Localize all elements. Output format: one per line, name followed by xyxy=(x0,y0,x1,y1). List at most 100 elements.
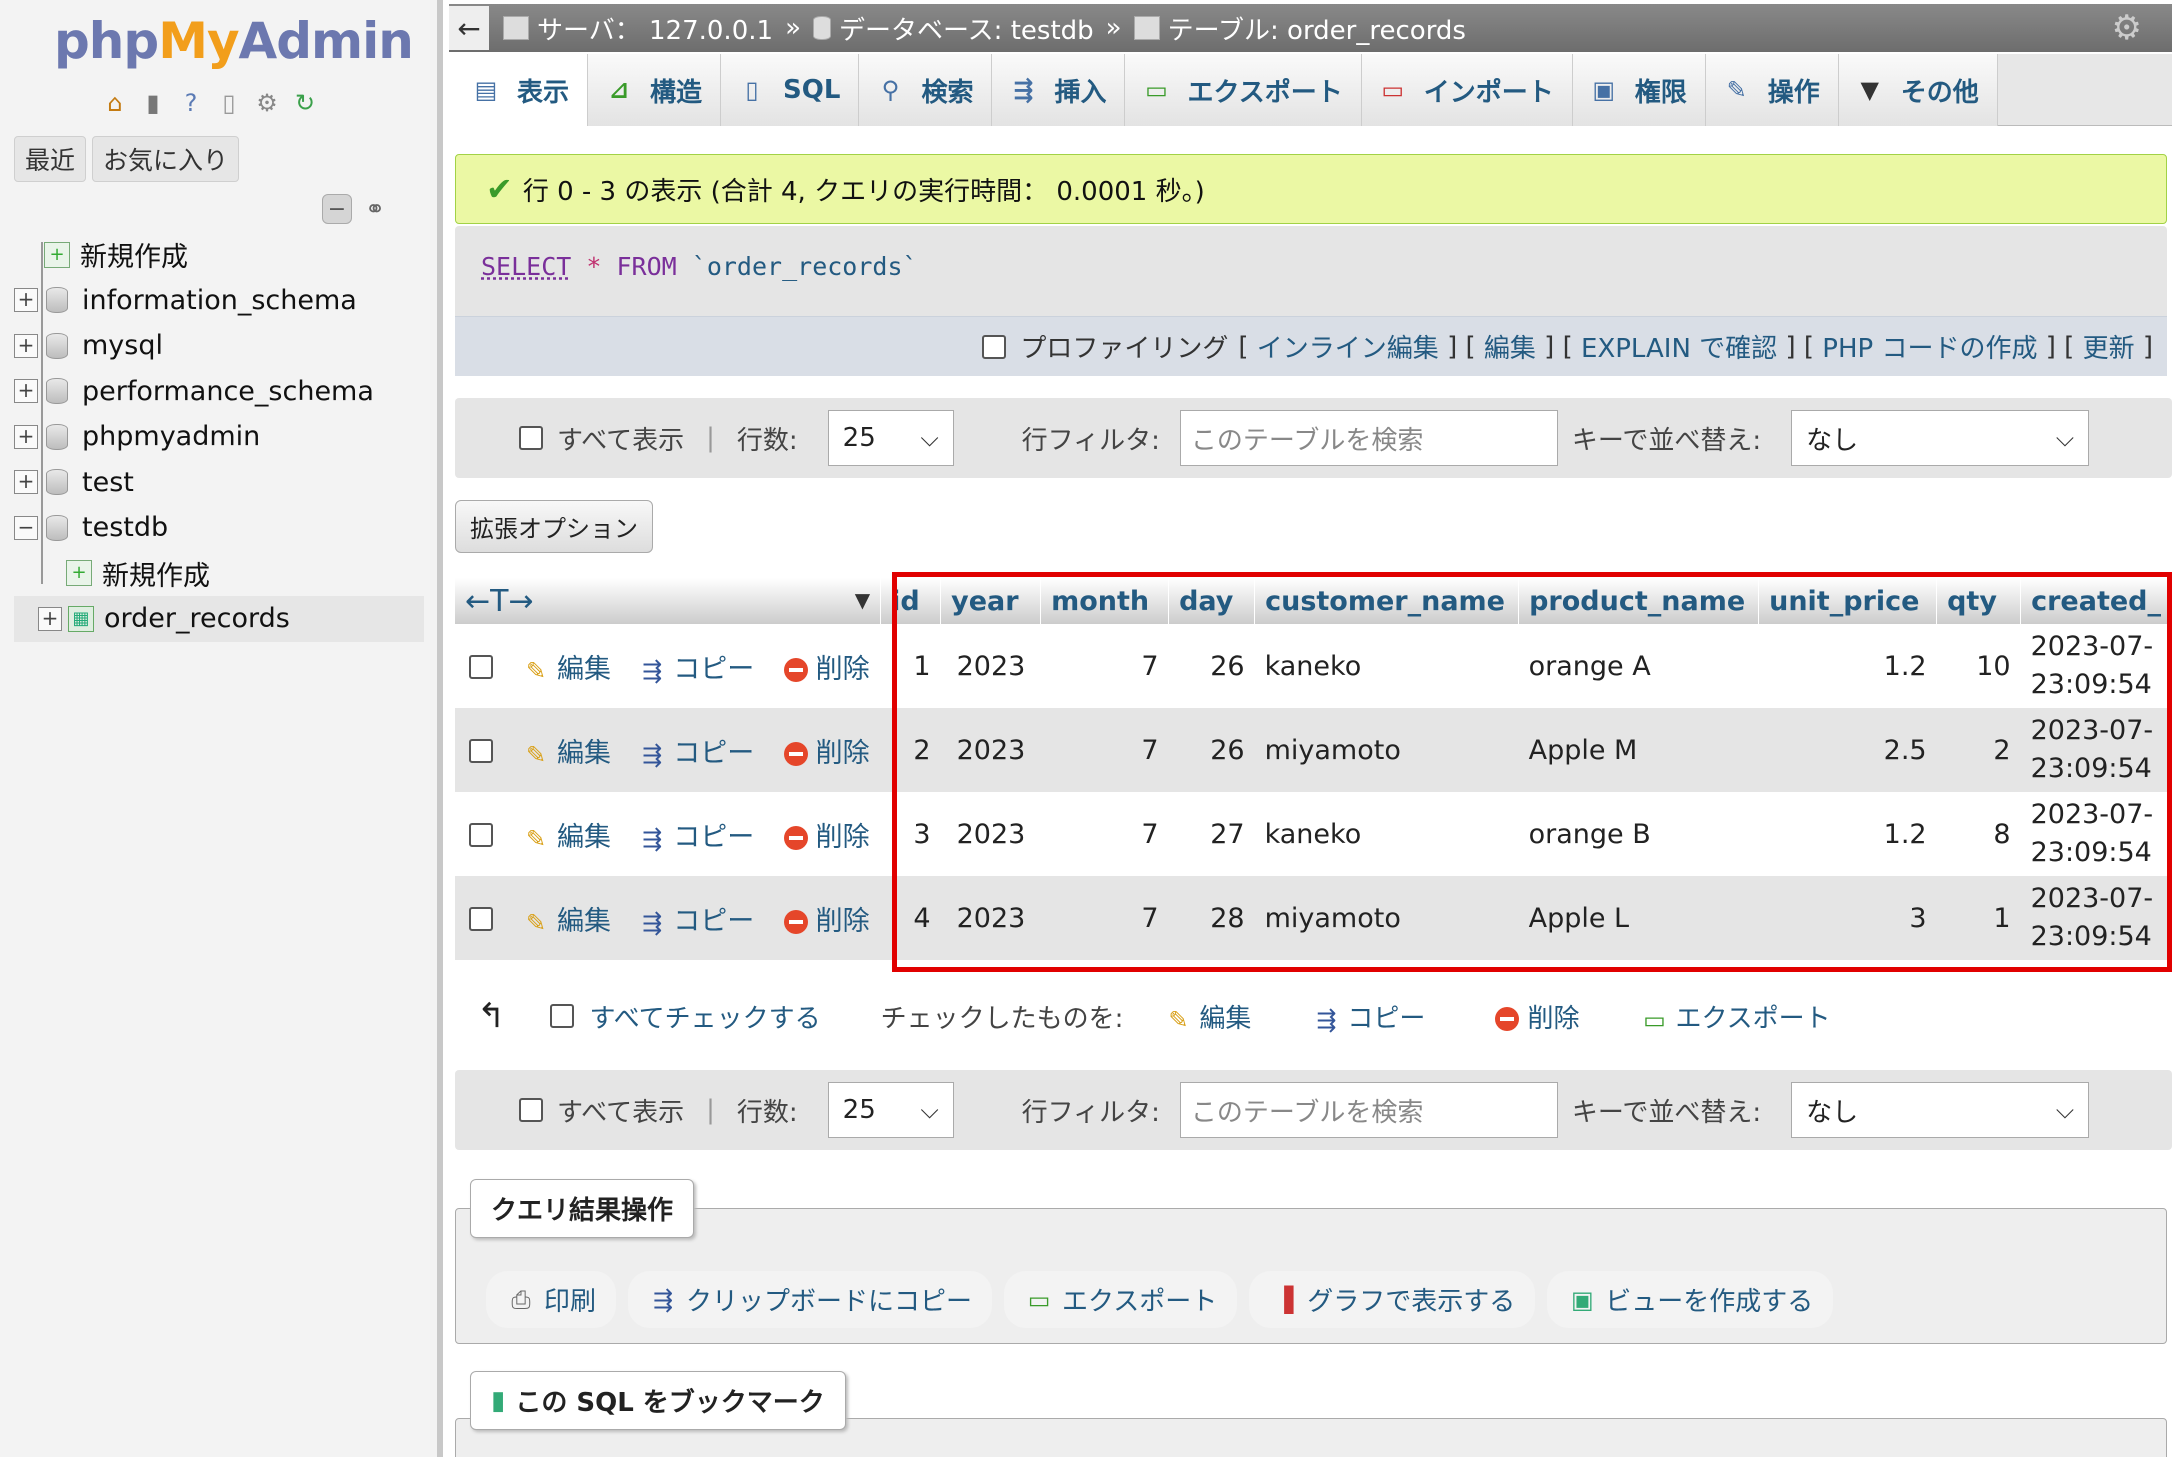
table-row[interactable]: ✎ 編集 ⇶ コピー 削除 4 2023 7 28 miyamoto Apple L 3 1 2023-0… xyxy=(455,876,2172,960)
cell-id[interactable]: 2 xyxy=(880,708,941,792)
bulk-copy-button[interactable]: ⇶ コピー xyxy=(1313,998,1425,1035)
tree-item-mysql[interactable]: + mysql xyxy=(14,323,434,369)
tree-item-phpmyadmin[interactable]: + phpmyadmin xyxy=(14,414,434,460)
edit-query-link[interactable]: 編集 xyxy=(1484,328,1536,365)
cell-product-name[interactable]: orange B xyxy=(1518,792,1759,876)
expand-icon[interactable]: + xyxy=(14,424,38,449)
breadcrumb-server[interactable]: サーバ： 127.0.0.1 xyxy=(503,10,773,47)
copy-to-clipboard-button[interactable]: ⇶ クリップボードにコピー xyxy=(628,1271,993,1328)
back-arrow-icon[interactable]: ← xyxy=(449,6,489,50)
cell-year[interactable]: 2023 xyxy=(940,876,1041,960)
print-button[interactable]: ⎙ 印刷 xyxy=(486,1271,617,1328)
cell-qty[interactable]: 2 xyxy=(1936,708,2021,792)
column-header-created[interactable]: created_ xyxy=(2020,578,2172,624)
column-resize-arrows-icon[interactable]: ←T→ xyxy=(465,584,534,619)
page-settings-gear-icon[interactable]: ⚙ xyxy=(2112,8,2142,48)
cell-month[interactable]: 7 xyxy=(1040,624,1169,708)
show-all-checkbox[interactable] xyxy=(519,426,543,450)
row-copy-action[interactable]: ⇶ コピー xyxy=(629,708,774,792)
cell-product-name[interactable]: Apple M xyxy=(1518,708,1759,792)
tree-item-testdb[interactable]: − testdb xyxy=(14,505,434,551)
cell-product-name[interactable]: orange A xyxy=(1518,624,1759,708)
rows-select[interactable]: 25 ⌵ xyxy=(827,410,954,466)
tree-item-performance-schema[interactable]: + performance_schema xyxy=(14,369,434,415)
tab-structure[interactable]: ⊿ 構造 xyxy=(588,54,722,126)
php-code-link[interactable]: PHP コードの作成 xyxy=(1822,328,2037,365)
cell-created[interactable]: 2023-07- 23:09:54 xyxy=(2020,708,2172,792)
rows-select[interactable]: 25 ⌵ xyxy=(827,1082,954,1138)
settings-gear-icon[interactable]: ⚙ xyxy=(252,88,282,118)
cell-year[interactable]: 2023 xyxy=(940,792,1041,876)
tab-search[interactable]: ⚲ 検索 xyxy=(859,54,993,126)
create-view-button[interactable]: ▣ ビューを作成する xyxy=(1547,1271,1834,1328)
cell-month[interactable]: 7 xyxy=(1040,792,1169,876)
cell-qty[interactable]: 10 xyxy=(1936,624,2021,708)
cell-id[interactable]: 4 xyxy=(880,876,941,960)
bulk-export-button[interactable]: ▭ エクスポート xyxy=(1641,998,1831,1035)
row-delete-action[interactable]: 削除 xyxy=(773,624,881,708)
cell-customer-name[interactable]: kaneko xyxy=(1254,624,1519,708)
cell-year[interactable]: 2023 xyxy=(940,624,1041,708)
cell-product-name[interactable]: Apple L xyxy=(1518,876,1759,960)
table-row[interactable]: ✎ 編集 ⇶ コピー 削除 3 2023 7 27 kaneko orange B 1.2 8 2023-… xyxy=(455,792,2172,876)
row-checkbox[interactable] xyxy=(469,823,493,847)
cell-qty[interactable]: 8 xyxy=(1936,792,2021,876)
expand-icon[interactable]: + xyxy=(38,606,62,631)
help-icon[interactable]: ? xyxy=(176,88,206,118)
tab-import[interactable]: ▭ インポート xyxy=(1361,54,1573,126)
row-checkbox[interactable] xyxy=(469,739,493,763)
column-header-id[interactable]: id xyxy=(880,578,942,624)
row-filter-input[interactable]: このテーブルを検索 xyxy=(1179,410,1558,466)
row-copy-action[interactable]: ⇶ コピー xyxy=(629,624,774,708)
bulk-delete-button[interactable]: 削除 xyxy=(1495,998,1579,1035)
show-all-checkbox[interactable] xyxy=(519,1098,543,1122)
row-edit-action[interactable]: ✎ 編集 xyxy=(503,708,630,792)
inline-edit-link[interactable]: インライン編集 xyxy=(1257,328,1439,365)
row-copy-action[interactable]: ⇶ コピー xyxy=(629,876,774,960)
collapse-icon[interactable]: − xyxy=(14,515,38,540)
sql-query-text[interactable]: SELECT * FROM `order_records` xyxy=(481,252,918,281)
table-row[interactable]: ✎ 編集 ⇶ コピー 削除 1 2023 7 26 kaneko orange A 1.2 10 2023… xyxy=(455,624,2172,708)
expand-icon[interactable]: + xyxy=(14,288,38,313)
link-icon[interactable]: ⚭ xyxy=(360,194,390,224)
extended-options-button[interactable]: 拡張オプション xyxy=(455,500,653,553)
row-delete-action[interactable]: 削除 xyxy=(773,876,881,960)
column-header-qty[interactable]: qty xyxy=(1936,578,2022,624)
cell-qty[interactable]: 1 xyxy=(1936,876,2021,960)
tree-item-test[interactable]: + test xyxy=(14,460,434,506)
profiling-checkbox[interactable] xyxy=(982,334,1007,359)
tab-browse[interactable]: ▤ 表示 xyxy=(455,54,589,126)
collapse-all-icon[interactable]: − xyxy=(322,194,352,224)
expand-icon[interactable]: + xyxy=(14,333,38,358)
explain-link[interactable]: EXPLAIN で確認 xyxy=(1581,328,1777,365)
expand-icon[interactable]: + xyxy=(14,470,38,495)
tree-item-testdb-new[interactable]: + 新規作成 xyxy=(14,551,434,597)
cell-day[interactable]: 26 xyxy=(1168,708,1255,792)
cell-year[interactable]: 2023 xyxy=(940,708,1041,792)
check-all-checkbox[interactable] xyxy=(549,1004,574,1028)
sort-by-key-select[interactable]: なし ⌵ xyxy=(1791,1082,2090,1138)
phpmyadmin-logo[interactable]: phpMyAdmin xyxy=(54,12,414,70)
tab-export[interactable]: ▭ エクスポート xyxy=(1125,54,1362,126)
sql-keyword[interactable]: SELECT xyxy=(481,252,571,281)
cell-unit-price[interactable]: 2.5 xyxy=(1758,708,1937,792)
breadcrumb-table[interactable]: テーブル: order_records xyxy=(1133,10,1466,47)
column-header-customer-name[interactable]: customer_name xyxy=(1254,578,1520,624)
cell-created[interactable]: 2023-07- 23:09:54 xyxy=(2020,792,2172,876)
cell-month[interactable]: 7 xyxy=(1040,708,1169,792)
breadcrumb-database[interactable]: データベース: testdb xyxy=(812,10,1094,47)
tab-privileges[interactable]: ▣ 権限 xyxy=(1572,54,1706,126)
recent-tab[interactable]: 最近 xyxy=(14,136,87,182)
row-edit-action[interactable]: ✎ 編集 xyxy=(503,624,630,708)
cell-id[interactable]: 1 xyxy=(880,624,941,708)
cell-month[interactable]: 7 xyxy=(1040,876,1169,960)
favorites-tab[interactable]: お気に入り xyxy=(92,136,240,182)
cell-day[interactable]: 28 xyxy=(1168,876,1255,960)
cell-customer-name[interactable]: miyamoto xyxy=(1254,876,1519,960)
cell-unit-price[interactable]: 1.2 xyxy=(1758,624,1937,708)
tab-operations[interactable]: ✎ 操作 xyxy=(1705,54,1839,126)
check-all-link[interactable]: すべてチェックする xyxy=(590,998,821,1035)
column-header-product-name[interactable]: product_name xyxy=(1518,578,1760,624)
cell-customer-name[interactable]: kaneko xyxy=(1254,792,1519,876)
cell-unit-price[interactable]: 1.2 xyxy=(1758,792,1937,876)
